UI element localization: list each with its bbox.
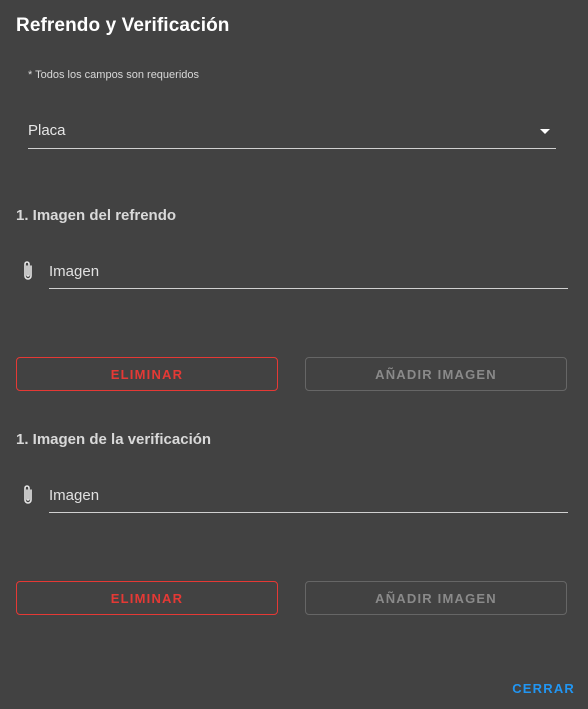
refrendo-dialog: Refrendo y Verificación * Todos los camp… xyxy=(0,0,588,709)
image-file-input-refrendo[interactable]: Imagen xyxy=(49,253,568,289)
paperclip-icon[interactable] xyxy=(20,260,36,282)
placa-select[interactable]: Placa xyxy=(28,112,556,149)
required-fields-note: * Todos los campos son requeridos xyxy=(28,69,200,81)
file-input-placeholder: Imagen xyxy=(49,487,100,504)
dialog-title: Refrendo y Verificación xyxy=(16,15,230,36)
delete-image-button-verificacion[interactable]: ELIMINAR xyxy=(16,581,278,615)
arrow-drop-down-icon xyxy=(540,129,550,134)
paperclip-icon[interactable] xyxy=(20,484,36,506)
close-button[interactable]: CERRAR xyxy=(512,681,575,696)
section-heading-verificacion: 1. Imagen de la verificación xyxy=(16,431,212,448)
file-input-placeholder: Imagen xyxy=(49,263,100,280)
placa-select-label: Placa xyxy=(28,122,66,139)
file-row-verificacion: Imagen xyxy=(16,477,568,513)
file-row-refrendo: Imagen xyxy=(16,253,568,289)
add-image-button-verificacion[interactable]: AÑADIR IMAGEN xyxy=(305,581,567,615)
delete-image-button-refrendo[interactable]: ELIMINAR xyxy=(16,357,278,391)
add-image-button-refrendo[interactable]: AÑADIR IMAGEN xyxy=(305,357,567,391)
image-file-input-verificacion[interactable]: Imagen xyxy=(49,477,568,513)
section-heading-refrendo: 1. Imagen del refrendo xyxy=(16,207,177,224)
